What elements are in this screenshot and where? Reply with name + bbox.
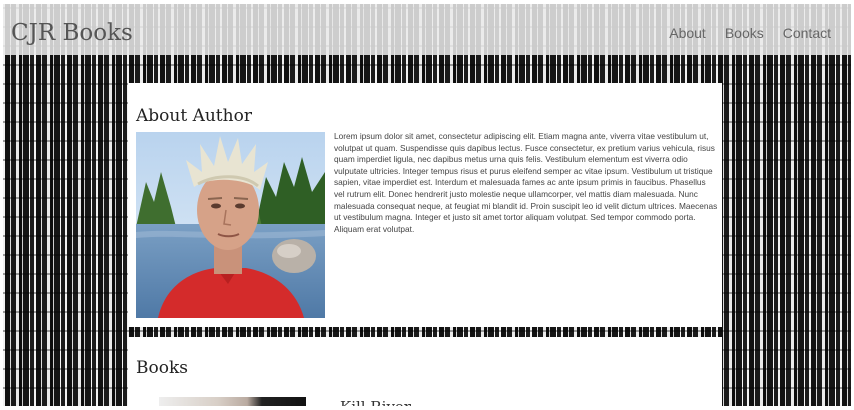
books-section: Books Kill River: [128, 337, 722, 406]
nav-menu: About Books Contact: [650, 25, 831, 41]
nav-books[interactable]: Books: [725, 25, 764, 41]
book-cover[interactable]: [159, 397, 306, 406]
brand-link[interactable]: CJR Books: [11, 20, 133, 46]
nav-about[interactable]: About: [669, 25, 706, 41]
author-photo: [136, 132, 325, 318]
books-title: Books: [136, 358, 188, 378]
about-title: About Author: [136, 106, 252, 126]
nav-contact[interactable]: Contact: [783, 25, 831, 41]
navbar: CJR Books About Books Contact: [3, 4, 851, 55]
about-section: About Author Lorem ipsum dolor sit amet,…: [128, 83, 722, 327]
book-title[interactable]: Kill River: [340, 397, 411, 406]
author-bio: Lorem ipsum dolor sit amet, consectetur …: [334, 131, 718, 234]
